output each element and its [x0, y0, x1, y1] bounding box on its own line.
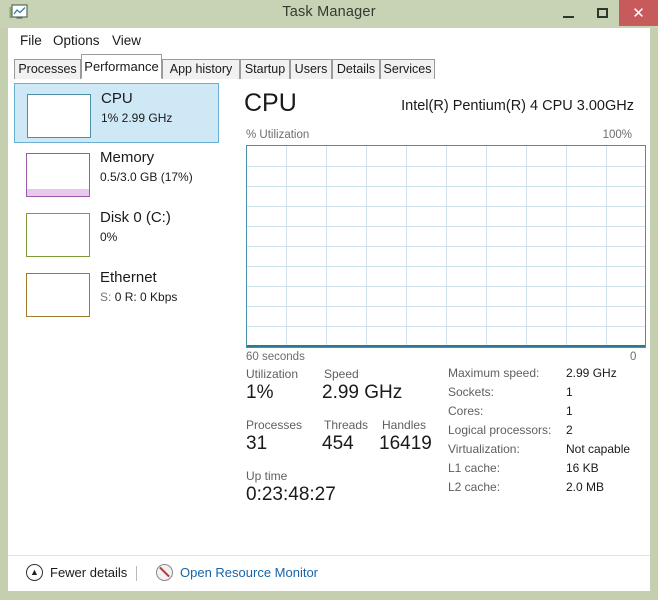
menu-file[interactable]: File: [20, 33, 42, 48]
menu-options[interactable]: Options: [53, 33, 100, 48]
ethernet-prefix: S:: [100, 290, 112, 304]
sidebar-item-disk-title: Disk 0 (C:): [100, 209, 171, 226]
disk-thumbnail: [26, 213, 90, 257]
stat-label-utilization: Utilization: [246, 367, 299, 381]
resource-list: CPU 1% 2.99 GHz Memory 0.5/3.0 GB (17%) …: [8, 79, 226, 555]
stat-label-handles: Handles: [382, 418, 427, 432]
close-icon: ✕: [632, 4, 645, 22]
stat-label-threads: Threads: [324, 418, 369, 432]
spec-label-maximum-speed: Maximum speed:: [448, 366, 540, 380]
tab-processes[interactable]: Processes: [14, 59, 81, 79]
sidebar-item-ethernet-detail: S: 0 R: 0 Kbps: [100, 290, 177, 304]
graph-axis-right-label: 0: [630, 351, 637, 363]
tab-services[interactable]: Services: [380, 59, 435, 79]
fewer-details-label: Fewer details: [50, 565, 128, 580]
cpu-model-label: Intel(R) Pentium(R) 4 CPU 3.00GHz: [401, 98, 634, 114]
tab-performance[interactable]: Performance: [81, 54, 162, 79]
stat-value-uptime: 0:23:48:27: [246, 484, 336, 505]
graph-horizontal-gridlines: [247, 146, 645, 347]
tab-users[interactable]: Users: [290, 59, 332, 79]
page-title: CPU: [244, 89, 297, 117]
spec-label-l1-cache: L1 cache:: [448, 461, 501, 475]
tab-startup[interactable]: Startup: [240, 59, 290, 79]
title-bar: Task Manager ✕: [0, 0, 658, 28]
tab-details[interactable]: Details: [332, 59, 380, 79]
stat-value-threads: 454: [322, 433, 354, 454]
close-button[interactable]: ✕: [619, 0, 658, 26]
sidebar-item-memory[interactable]: Memory 0.5/3.0 GB (17%): [14, 143, 219, 203]
stat-value-speed: 2.99 GHz: [322, 382, 403, 403]
footer-divider: [136, 566, 137, 581]
sidebar-item-memory-detail: 0.5/3.0 GB (17%): [100, 170, 193, 184]
cpu-utilization-graph: [246, 145, 646, 348]
menu-view[interactable]: View: [112, 33, 141, 48]
open-resource-monitor-label: Open Resource Monitor: [180, 565, 319, 580]
sidebar-item-cpu-title: CPU: [101, 90, 133, 107]
spec-value-logical-processors: 2: [566, 423, 573, 437]
spec-value-l1-cache: 16 KB: [566, 461, 599, 475]
client-area: File Options View Processes Performance …: [8, 28, 650, 591]
chevron-up-circle-icon: ▲: [26, 564, 43, 581]
stat-label-uptime: Up time: [246, 469, 288, 483]
cpu-utilization-plot-line: [247, 345, 645, 347]
cpu-thumbnail: [27, 94, 91, 138]
resource-monitor-icon: [156, 564, 173, 581]
stat-label-processes: Processes: [246, 418, 303, 432]
tab-strip: Processes Performance App history Startu…: [8, 54, 650, 80]
maximize-button[interactable]: [585, 0, 619, 26]
sidebar-item-memory-title: Memory: [100, 149, 155, 166]
graph-max-label: 100%: [602, 129, 632, 141]
spec-value-maximum-speed: 2.99 GHz: [566, 366, 617, 380]
graph-title: % Utilization: [246, 129, 310, 141]
graph-axis-left-label: 60 seconds: [246, 351, 305, 363]
sidebar-item-cpu[interactable]: CPU 1% 2.99 GHz: [14, 83, 219, 143]
spec-label-logical-processors: Logical processors:: [448, 423, 552, 437]
menu-bar: File Options View: [8, 28, 650, 54]
open-resource-monitor-link[interactable]: Open Resource Monitor: [156, 564, 318, 581]
tab-app-history[interactable]: App history: [162, 59, 240, 79]
memory-thumbnail: [26, 153, 90, 197]
spec-label-virtualization: Virtualization:: [448, 442, 520, 456]
sidebar-item-disk-detail: 0%: [100, 230, 118, 244]
stat-value-processes: 31: [246, 433, 268, 454]
sidebar-item-ethernet[interactable]: Ethernet S: 0 R: 0 Kbps: [14, 263, 219, 323]
performance-panel: CPU 1% 2.99 GHz Memory 0.5/3.0 GB (17%) …: [8, 79, 650, 555]
stat-label-speed: Speed: [324, 367, 359, 381]
minimize-button[interactable]: [551, 0, 585, 26]
spec-label-cores: Cores:: [448, 404, 484, 418]
spec-value-cores: 1: [566, 404, 573, 418]
stat-value-handles: 16419: [379, 433, 432, 454]
ethernet-thumbnail: [26, 273, 90, 317]
task-manager-window: Task Manager ✕ File Options View Process…: [0, 0, 658, 600]
maximize-icon: [596, 8, 608, 18]
spec-label-sockets: Sockets:: [448, 385, 495, 399]
spec-value-virtualization: Not capable: [566, 442, 631, 456]
fewer-details-button[interactable]: ▲ Fewer details: [26, 564, 127, 581]
cpu-detail-pane: CPU Intel(R) Pentium(R) 4 CPU 3.00GHz % …: [226, 79, 650, 555]
spec-value-l2-cache: 2.0 MB: [566, 480, 605, 494]
footer-bar: ▲ Fewer details Open Resource Monitor: [8, 555, 650, 591]
spec-value-sockets: 1: [566, 385, 573, 399]
sidebar-item-cpu-detail: 1% 2.99 GHz: [101, 111, 173, 125]
spec-label-l2-cache: L2 cache:: [448, 480, 501, 494]
minimize-icon: [562, 15, 574, 18]
memory-thumbnail-fill: [27, 188, 89, 196]
sidebar-item-ethernet-title: Ethernet: [100, 269, 157, 286]
sidebar-item-disk[interactable]: Disk 0 (C:) 0%: [14, 203, 219, 263]
stat-value-utilization: 1%: [246, 382, 274, 403]
ethernet-rate: 0 R: 0 Kbps: [114, 290, 178, 304]
